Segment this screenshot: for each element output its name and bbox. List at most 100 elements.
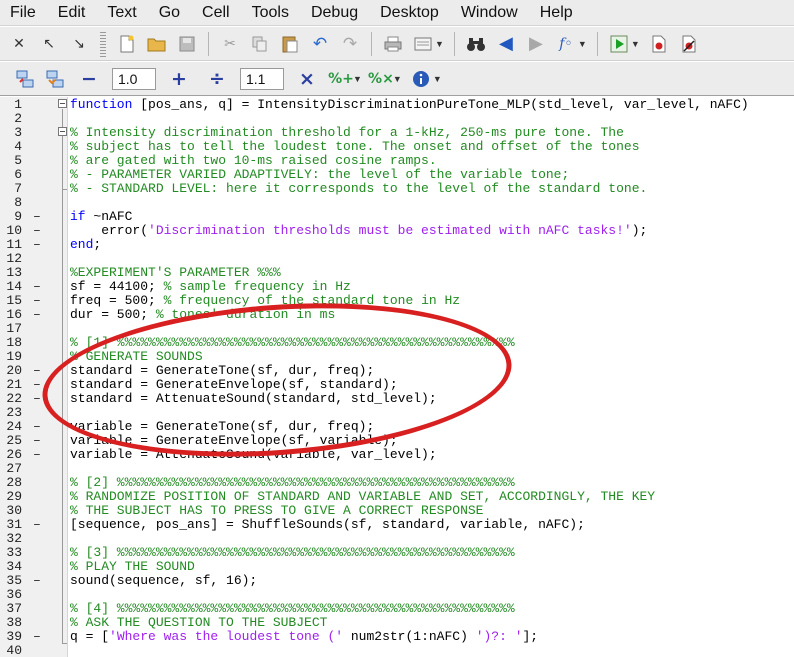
code-line[interactable]: 27: [0, 462, 794, 476]
code-line[interactable]: 11– end;: [0, 238, 794, 252]
toolbar-grip[interactable]: [100, 30, 106, 57]
code-line[interactable]: 17: [0, 322, 794, 336]
code-line[interactable]: 20– standard = GenerateTone(sf, dur, freq…: [0, 364, 794, 378]
code-line[interactable]: 14– sf = 44100; % sample frequency in Hz: [0, 280, 794, 294]
menu-window[interactable]: Window: [450, 0, 529, 26]
multiply-button[interactable]: ×: [296, 68, 318, 90]
code-line[interactable]: 24– variable = GenerateTone(sf, dur, freq…: [0, 420, 794, 434]
breakpoint-marker[interactable]: –: [33, 630, 41, 644]
breakpoint-marker[interactable]: –: [33, 448, 41, 462]
code-line[interactable]: 18 % [1] %%%%%%%%%%%%%%%%%%%%%%%%%%%%%%%%…: [0, 336, 794, 350]
print-icon[interactable]: [382, 33, 404, 55]
code-line[interactable]: 36: [0, 588, 794, 602]
breakpoint-marker[interactable]: –: [33, 224, 41, 238]
function-dropdown-icon[interactable]: ▼: [578, 39, 587, 49]
decrement-value-field[interactable]: 1.0: [112, 67, 156, 90]
breakpoint-marker[interactable]: –: [33, 378, 41, 392]
code-line[interactable]: 38 % ASK THE QUESTION TO THE SUBJECT: [0, 616, 794, 630]
breakpoint-marker[interactable]: –: [33, 392, 41, 406]
code-line[interactable]: 32: [0, 532, 794, 546]
evaluate-cell-icon[interactable]: [44, 68, 66, 90]
info-icon[interactable]: [410, 68, 432, 90]
new-file-icon[interactable]: [116, 33, 138, 55]
menu-go[interactable]: Go: [148, 0, 191, 26]
menu-desktop[interactable]: Desktop: [369, 0, 450, 26]
breakpoint-marker[interactable]: –: [33, 574, 41, 588]
hide-cell-dropdown-icon[interactable]: ▼: [393, 74, 402, 84]
close-docked-icon[interactable]: ✕: [8, 33, 30, 55]
code-line[interactable]: 16– dur = 500; % tones' duration in ms: [0, 308, 794, 322]
menu-debug[interactable]: Debug: [300, 0, 369, 26]
code-line[interactable]: 2: [0, 112, 794, 126]
menu-cell[interactable]: Cell: [191, 0, 241, 26]
increment-button[interactable]: +: [168, 68, 190, 90]
code-line[interactable]: 13 %EXPERIMENT'S PARAMETER %%%: [0, 266, 794, 280]
code-line[interactable]: 5 % are gated with two 10-ms raised cosin…: [0, 154, 794, 168]
code-line[interactable]: 31– [sequence, pos_ans] = ShuffleSounds(s…: [0, 518, 794, 532]
function-icon[interactable]: f◦: [555, 33, 577, 55]
menu-tools[interactable]: Tools: [241, 0, 300, 26]
publish-icon[interactable]: [412, 33, 434, 55]
code-line[interactable]: 30 % THE SUBJECT HAS TO PRESS TO GIVE A C…: [0, 504, 794, 518]
code-line[interactable]: 7 % - STANDARD LEVEL: here it corresponds…: [0, 182, 794, 196]
publish-dropdown-icon[interactable]: ▼: [435, 39, 444, 49]
breakpoint-marker[interactable]: –: [33, 238, 41, 252]
menu-help[interactable]: Help: [529, 0, 584, 26]
set-breakpoint-icon[interactable]: [648, 33, 670, 55]
code-line[interactable]: 19 % GENERATE SOUNDS: [0, 350, 794, 364]
code-line[interactable]: 22– standard = AttenuateSound(standard, s…: [0, 392, 794, 406]
code-line[interactable]: 34 % PLAY THE SOUND: [0, 560, 794, 574]
fold-function-icon[interactable]: [58, 99, 67, 108]
menu-file[interactable]: File: [0, 0, 47, 26]
cell-titles-dropdown-icon[interactable]: ▼: [353, 74, 362, 84]
hide-cell-titles-icon[interactable]: %×: [368, 68, 394, 90]
code-line[interactable]: 12: [0, 252, 794, 266]
cut-icon[interactable]: ✂: [219, 33, 241, 55]
menu-text[interactable]: Text: [96, 0, 147, 26]
paste-icon[interactable]: [279, 33, 301, 55]
breakpoint-marker[interactable]: –: [33, 280, 41, 294]
code-line[interactable]: 28 % [2] %%%%%%%%%%%%%%%%%%%%%%%%%%%%%%%%…: [0, 476, 794, 490]
copy-icon[interactable]: [249, 33, 271, 55]
breakpoint-marker[interactable]: –: [33, 210, 41, 224]
code-line[interactable]: 9– if ~nAFC: [0, 210, 794, 224]
code-line[interactable]: 35– sound(sequence, sf, 16);: [0, 574, 794, 588]
code-line[interactable]: 37 % [4] %%%%%%%%%%%%%%%%%%%%%%%%%%%%%%%%…: [0, 602, 794, 616]
run-dropdown-icon[interactable]: ▼: [631, 39, 640, 49]
breakpoint-marker[interactable]: –: [33, 434, 41, 448]
undo-icon[interactable]: ↶: [309, 33, 331, 55]
code-line[interactable]: 40: [0, 644, 794, 657]
menu-edit[interactable]: Edit: [47, 0, 97, 26]
code-line[interactable]: 8: [0, 196, 794, 210]
breakpoint-marker[interactable]: –: [33, 308, 41, 322]
code-line[interactable]: 23: [0, 406, 794, 420]
code-line[interactable]: 26– variable = AttenuateSound(variable, v…: [0, 448, 794, 462]
divide-button[interactable]: ÷: [206, 68, 228, 90]
decrement-button[interactable]: −: [78, 68, 100, 90]
insert-cell-divider-icon[interactable]: [14, 68, 36, 90]
show-cell-titles-icon[interactable]: %+: [328, 68, 354, 90]
code-line[interactable]: 29 % RANDOMIZE POSITION OF STANDARD AND V…: [0, 490, 794, 504]
back-arrow-icon[interactable]: ◀: [495, 33, 517, 55]
redo-icon[interactable]: ↷: [339, 33, 361, 55]
code-editor[interactable]: 1 function [pos_ans, q] = IntensityDiscri…: [0, 97, 794, 657]
breakpoint-marker[interactable]: –: [33, 420, 41, 434]
code-line[interactable]: 21– standard = GenerateEnvelope(sf, stand…: [0, 378, 794, 392]
breakpoint-marker[interactable]: –: [33, 294, 41, 308]
undock-icon[interactable]: ↖: [38, 33, 60, 55]
info-dropdown-icon[interactable]: ▼: [433, 74, 442, 84]
code-line[interactable]: 1 function [pos_ans, q] = IntensityDiscri…: [0, 98, 794, 112]
code-line[interactable]: 10– error('Discrimination thresholds mus…: [0, 224, 794, 238]
find-binoculars-icon[interactable]: [465, 33, 487, 55]
code-line[interactable]: 15– freq = 500; % frequency of the standa…: [0, 294, 794, 308]
forward-arrow-icon[interactable]: ▶: [525, 33, 547, 55]
code-line[interactable]: 25– variable = GenerateEnvelope(sf, varia…: [0, 434, 794, 448]
clear-breakpoints-icon[interactable]: [678, 33, 700, 55]
run-icon[interactable]: [608, 33, 630, 55]
open-folder-icon[interactable]: [146, 33, 168, 55]
divide-value-field[interactable]: 1.1: [240, 67, 284, 90]
save-icon[interactable]: [176, 33, 198, 55]
code-line[interactable]: 39– q = ['Where was the loudest tone (' n…: [0, 630, 794, 644]
breakpoint-marker[interactable]: –: [33, 518, 41, 532]
code-line[interactable]: 4 % subject has to tell the loudest tone.…: [0, 140, 794, 154]
